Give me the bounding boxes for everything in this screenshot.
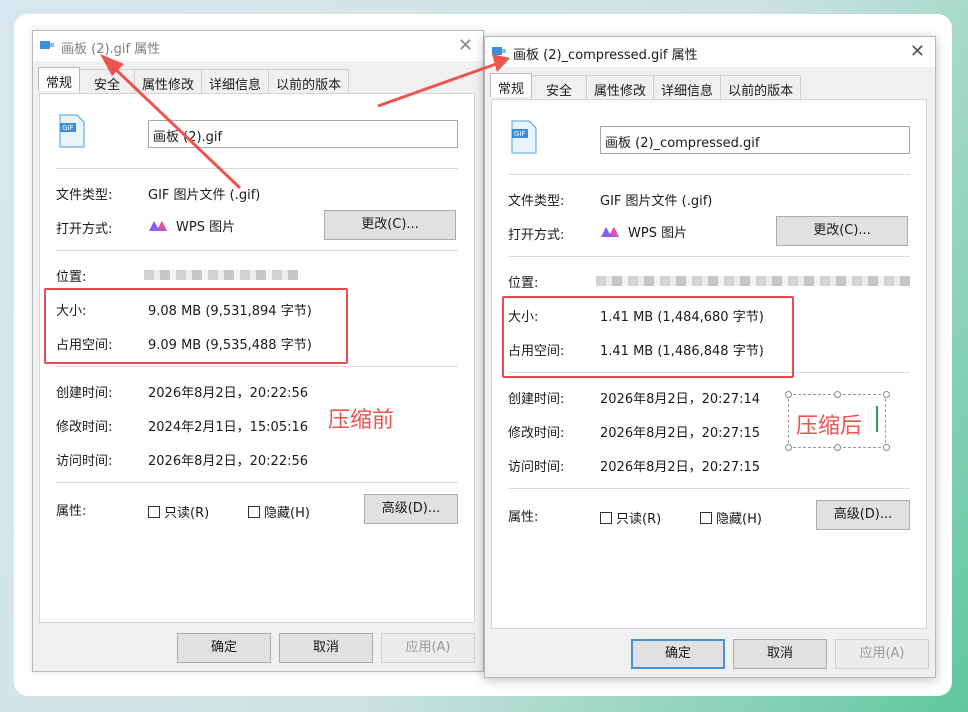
divider xyxy=(56,366,458,367)
tab-security[interactable]: 安全 xyxy=(79,69,136,93)
readonly-label: 只读(R) xyxy=(164,506,210,521)
apply-button[interactable]: 应用(A) xyxy=(381,633,475,663)
checkbox-box xyxy=(148,505,160,518)
divider xyxy=(56,168,458,169)
open-with-label: 打开方式: xyxy=(508,228,565,243)
tab-attribute-edit[interactable]: 属性修改 xyxy=(134,69,203,93)
created-value: 2026年8月2日，20:22:56 xyxy=(148,386,309,401)
wps-app-name: WPS 图片 xyxy=(176,220,236,235)
tab-attribute-edit[interactable]: 属性修改 xyxy=(586,75,655,99)
close-icon[interactable]: ✕ xyxy=(910,41,925,62)
tab-bar: 常规 安全 属性修改 详细信息 以前的版本 xyxy=(38,67,350,93)
tab-general[interactable]: 常规 xyxy=(490,73,533,97)
file-type-value: GIF 图片文件 (.gif) xyxy=(600,194,713,209)
filename-input[interactable]: 画板 (2).gif xyxy=(148,120,458,148)
readonly-label: 只读(R) xyxy=(616,512,662,527)
created-value: 2026年8月2日，20:27:14 xyxy=(600,392,761,407)
readonly-checkbox[interactable]: 只读(R) xyxy=(600,508,661,527)
hidden-label: 隐藏(H) xyxy=(264,506,310,521)
hidden-checkbox[interactable]: 隐藏(H) xyxy=(700,508,762,527)
open-with-label: 打开方式: xyxy=(56,222,113,237)
apply-button[interactable]: 应用(A) xyxy=(835,639,929,669)
tab-security[interactable]: 安全 xyxy=(531,75,588,99)
hidden-checkbox[interactable]: 隐藏(H) xyxy=(248,502,310,521)
divider xyxy=(508,256,910,257)
location-value-redacted xyxy=(596,276,910,286)
created-label: 创建时间: xyxy=(508,392,565,407)
accessed-label: 访问时间: xyxy=(56,454,113,469)
gif-file-icon: GIF xyxy=(511,120,537,154)
file-type-label: 文件类型: xyxy=(508,194,565,209)
dialog-title: 画板 (2).gif 属性 xyxy=(61,42,161,57)
gif-title-icon xyxy=(40,41,54,49)
divider xyxy=(508,488,910,489)
tab-bar: 常规 安全 属性修改 详细信息 以前的版本 xyxy=(490,73,802,99)
after-compression-label: 压缩后 xyxy=(796,414,863,439)
before-compression-label: 压缩前 xyxy=(328,408,395,433)
file-type-label: 文件类型: xyxy=(56,188,113,203)
accessed-value: 2026年8月2日，20:22:56 xyxy=(148,454,309,469)
wps-logo-icon xyxy=(601,226,619,237)
modified-value: 2024年2月1日，15:05:16 xyxy=(148,420,309,435)
filename-input[interactable]: 画板 (2)_compressed.gif xyxy=(600,126,910,154)
tab-details[interactable]: 详细信息 xyxy=(653,75,722,99)
close-icon[interactable]: ✕ xyxy=(458,35,473,56)
checkbox-box xyxy=(600,511,612,524)
size-highlight-box-left xyxy=(44,288,348,364)
ok-button[interactable]: 确定 xyxy=(631,639,725,669)
svg-text:GIF: GIF xyxy=(514,130,526,138)
divider xyxy=(508,174,910,175)
divider xyxy=(56,250,458,251)
resize-handle[interactable] xyxy=(883,391,890,398)
tab-general[interactable]: 常规 xyxy=(38,67,81,91)
attributes-label: 属性: xyxy=(508,510,539,525)
wps-logo-icon xyxy=(149,220,167,231)
svg-text:GIF: GIF xyxy=(62,124,74,132)
location-value-redacted xyxy=(144,270,298,280)
accessed-value: 2026年8月2日，20:27:15 xyxy=(600,460,761,475)
tab-previous-versions[interactable]: 以前的版本 xyxy=(720,75,802,99)
resize-handle[interactable] xyxy=(883,444,890,451)
advanced-button[interactable]: 高级(D)... xyxy=(364,494,458,524)
dialog-title: 画板 (2)_compressed.gif 属性 xyxy=(513,48,698,63)
modified-value: 2026年8月2日，20:27:15 xyxy=(600,426,761,441)
gif-file-icon: GIF xyxy=(59,114,85,148)
attributes-label: 属性: xyxy=(56,504,87,519)
open-with-app: WPS 图片 xyxy=(148,216,235,235)
location-label: 位置: xyxy=(508,276,539,291)
ok-button[interactable]: 确定 xyxy=(177,633,271,663)
cancel-button[interactable]: 取消 xyxy=(733,639,827,669)
change-button[interactable]: 更改(C)... xyxy=(324,210,456,240)
gif-title-icon xyxy=(492,47,506,55)
text-cursor xyxy=(876,406,878,432)
checkbox-box xyxy=(700,511,712,524)
checkbox-box xyxy=(248,505,260,518)
cancel-button[interactable]: 取消 xyxy=(279,633,373,663)
advanced-button[interactable]: 高级(D)... xyxy=(816,500,910,530)
title-bar: 画板 (2)_compressed.gif 属性 ✕ xyxy=(485,37,935,67)
wps-app-name: WPS 图片 xyxy=(628,226,688,241)
modified-label: 修改时间: xyxy=(56,420,113,435)
size-highlight-box-right xyxy=(502,296,794,378)
resize-handle[interactable] xyxy=(785,391,792,398)
hidden-label: 隐藏(H) xyxy=(716,512,762,527)
readonly-checkbox[interactable]: 只读(R) xyxy=(148,502,209,521)
open-with-app: WPS 图片 xyxy=(600,222,687,241)
resize-handle[interactable] xyxy=(785,444,792,451)
file-type-value: GIF 图片文件 (.gif) xyxy=(148,188,261,203)
location-label: 位置: xyxy=(56,270,87,285)
tab-previous-versions[interactable]: 以前的版本 xyxy=(268,69,350,93)
change-button[interactable]: 更改(C)... xyxy=(776,216,908,246)
created-label: 创建时间: xyxy=(56,386,113,401)
resize-handle[interactable] xyxy=(834,391,841,398)
accessed-label: 访问时间: xyxy=(508,460,565,475)
divider xyxy=(56,482,458,483)
resize-handle[interactable] xyxy=(834,444,841,451)
modified-label: 修改时间: xyxy=(508,426,565,441)
title-bar: 画板 (2).gif 属性 ✕ xyxy=(33,31,483,61)
tab-details[interactable]: 详细信息 xyxy=(201,69,270,93)
